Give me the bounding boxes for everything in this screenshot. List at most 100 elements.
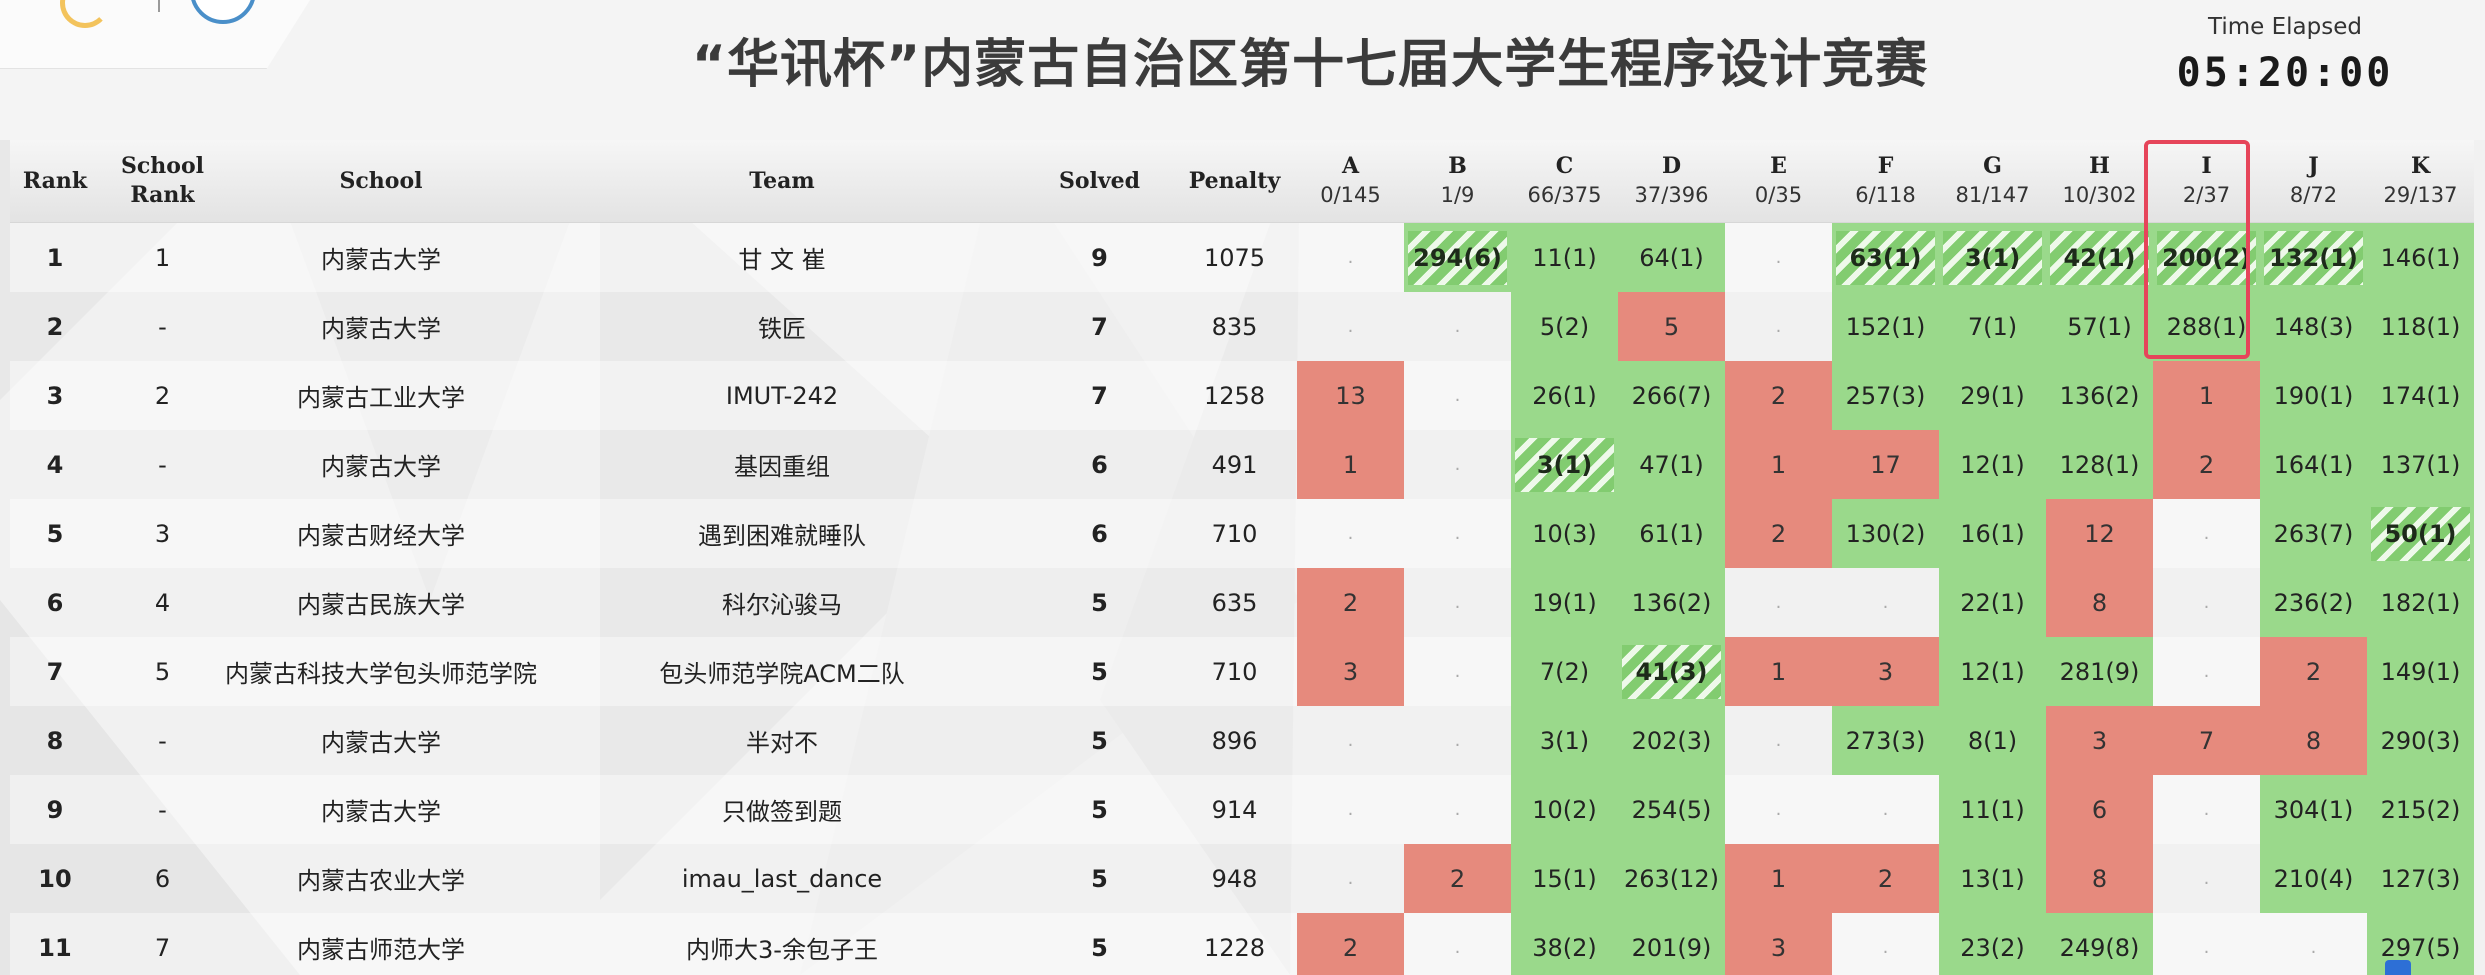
team-row[interactable]: 1 1 内蒙古大学甘 文 崔 9 1075. 294(6) 11(1) 64(1). 63(1)… — [10, 222, 2474, 292]
problem-k-cell[interactable]: 182(1) — [2367, 568, 2474, 637]
problem-a-cell[interactable]: 3 — [1297, 637, 1404, 706]
problem-c-cell[interactable]: 15(1) — [1511, 844, 1618, 913]
problem-j-cell[interactable]: 164(1) — [2260, 430, 2367, 499]
team-row[interactable]: 9- 内蒙古大学 只做签到题 5 914.. 10(2) 254(5).. 11(1) 6. 30… — [10, 775, 2474, 844]
problem-d-cell[interactable]: 61(1) — [1618, 499, 1725, 568]
problem-e-cell[interactable]: 1 — [1725, 430, 1832, 499]
problem-h-cell[interactable]: 8 — [2046, 844, 2153, 913]
problem-d-cell[interactable]: 64(1) — [1618, 222, 1725, 292]
problem-c-cell[interactable]: 38(2) — [1511, 913, 1618, 975]
problem-g-cell[interactable]: 3(1) — [1939, 222, 2046, 292]
problem-f-cell[interactable]: . — [1832, 775, 1939, 844]
problem-d-cell[interactable]: 47(1) — [1618, 430, 1725, 499]
problem-f-cell[interactable]: 257(3) — [1832, 361, 1939, 430]
problem-k-cell[interactable]: 50(1) — [2367, 499, 2474, 568]
problem-g-cell[interactable]: 8(1) — [1939, 706, 2046, 775]
problem-i-cell[interactable]: . — [2153, 637, 2260, 706]
problem-e-cell[interactable]: 2 — [1725, 361, 1832, 430]
problem-i-cell[interactable]: . — [2153, 913, 2260, 975]
team-row[interactable]: 8- 内蒙古大学 半对不 5 896.. 3(1) 202(3). 273(3) 8(1) 3 7 8… — [10, 706, 2474, 775]
problem-j-cell[interactable]: 304(1) — [2260, 775, 2367, 844]
col-problem-c[interactable]: C 66/375 — [1511, 140, 1618, 223]
problem-i-cell[interactable]: 2 — [2153, 430, 2260, 499]
problem-f-cell[interactable]: 273(3) — [1832, 706, 1939, 775]
col-penalty[interactable]: Penalty — [1172, 140, 1297, 223]
problem-d-cell[interactable]: 266(7) — [1618, 361, 1725, 430]
problem-f-cell[interactable]: 17 — [1832, 430, 1939, 499]
problem-f-cell[interactable]: 3 — [1832, 637, 1939, 706]
problem-g-cell[interactable]: 11(1) — [1939, 775, 2046, 844]
problem-b-cell[interactable]: 2 — [1404, 844, 1511, 913]
problem-b-cell[interactable]: . — [1404, 568, 1511, 637]
problem-j-cell[interactable]: 2 — [2260, 637, 2367, 706]
problem-g-cell[interactable]: 12(1) — [1939, 430, 2046, 499]
problem-f-cell[interactable]: . — [1832, 568, 1939, 637]
problem-i-cell[interactable]: 288(1) — [2153, 292, 2260, 361]
problem-c-cell[interactable]: 26(1) — [1511, 361, 1618, 430]
problem-b-cell[interactable]: . — [1404, 499, 1511, 568]
problem-d-cell[interactable]: 202(3) — [1618, 706, 1725, 775]
problem-c-cell[interactable]: 7(2) — [1511, 637, 1618, 706]
problem-i-cell[interactable]: . — [2153, 499, 2260, 568]
problem-b-cell[interactable]: . — [1404, 706, 1511, 775]
problem-b-cell[interactable]: . — [1404, 775, 1511, 844]
problem-a-cell[interactable]: 2 — [1297, 913, 1404, 975]
problem-c-cell[interactable]: 10(3) — [1511, 499, 1618, 568]
problem-e-cell[interactable]: . — [1725, 775, 1832, 844]
problem-c-cell[interactable]: 11(1) — [1511, 222, 1618, 292]
problem-a-cell[interactable]: . — [1297, 499, 1404, 568]
problem-h-cell[interactable]: 281(9) — [2046, 637, 2153, 706]
problem-g-cell[interactable]: 22(1) — [1939, 568, 2046, 637]
problem-a-cell[interactable]: . — [1297, 292, 1404, 361]
col-school[interactable]: School — [225, 140, 537, 223]
col-school-rank[interactable]: School Rank — [100, 140, 225, 223]
col-problem-e[interactable]: E 0/35 — [1725, 140, 1832, 223]
col-problem-f[interactable]: F 6/118 — [1832, 140, 1939, 223]
problem-b-cell[interactable]: . — [1404, 430, 1511, 499]
problem-k-cell[interactable]: 118(1) — [2367, 292, 2474, 361]
problem-h-cell[interactable]: 57(1) — [2046, 292, 2153, 361]
problem-e-cell[interactable]: 2 — [1725, 499, 1832, 568]
problem-b-cell[interactable]: . — [1404, 913, 1511, 975]
col-solved[interactable]: Solved — [1027, 140, 1172, 223]
problem-a-cell[interactable]: . — [1297, 844, 1404, 913]
problem-h-cell[interactable]: 12 — [2046, 499, 2153, 568]
problem-h-cell[interactable]: 42(1) — [2046, 222, 2153, 292]
problem-d-cell[interactable]: 41(3) — [1618, 637, 1725, 706]
problem-k-cell[interactable]: 137(1) — [2367, 430, 2474, 499]
problem-i-cell[interactable]: 200(2) — [2153, 222, 2260, 292]
problem-b-cell[interactable]: . — [1404, 637, 1511, 706]
problem-e-cell[interactable]: . — [1725, 292, 1832, 361]
problem-e-cell[interactable]: 1 — [1725, 844, 1832, 913]
team-row[interactable]: 10 6 内蒙古农业大学 imau_last_dance 5 948. 2 15(1) 263(… — [10, 844, 2474, 913]
problem-k-cell[interactable]: 297(5) — [2367, 913, 2474, 975]
problem-e-cell[interactable]: . — [1725, 568, 1832, 637]
problem-k-cell[interactable]: 149(1) — [2367, 637, 2474, 706]
col-problem-j[interactable]: J 8/72 — [2260, 140, 2367, 223]
problem-j-cell[interactable]: 236(2) — [2260, 568, 2367, 637]
problem-f-cell[interactable]: . — [1832, 913, 1939, 975]
team-row[interactable]: 6 4 内蒙古民族大学 科尔沁骏马 5 635 2. 19(1) 136(2).. 22(1) 8.… — [10, 568, 2474, 637]
problem-g-cell[interactable]: 23(2) — [1939, 913, 2046, 975]
problem-a-cell[interactable]: 1 — [1297, 430, 1404, 499]
problem-d-cell[interactable]: 136(2) — [1618, 568, 1725, 637]
problem-j-cell[interactable]: . — [2260, 913, 2367, 975]
problem-g-cell[interactable]: 29(1) — [1939, 361, 2046, 430]
problem-b-cell[interactable]: . — [1404, 361, 1511, 430]
problem-h-cell[interactable]: 6 — [2046, 775, 2153, 844]
problem-d-cell[interactable]: 5 — [1618, 292, 1725, 361]
col-problem-k[interactable]: K 29/137 — [2367, 140, 2474, 223]
col-problem-a[interactable]: A 0/145 — [1297, 140, 1404, 223]
problem-d-cell[interactable]: 263(12) — [1618, 844, 1725, 913]
problem-i-cell[interactable]: . — [2153, 775, 2260, 844]
problem-c-cell[interactable]: 19(1) — [1511, 568, 1618, 637]
problem-h-cell[interactable]: 8 — [2046, 568, 2153, 637]
problem-a-cell[interactable]: . — [1297, 775, 1404, 844]
problem-b-cell[interactable]: 294(6) — [1404, 222, 1511, 292]
problem-h-cell[interactable]: 249(8) — [2046, 913, 2153, 975]
problem-j-cell[interactable]: 190(1) — [2260, 361, 2367, 430]
problem-a-cell[interactable]: . — [1297, 706, 1404, 775]
problem-e-cell[interactable]: . — [1725, 706, 1832, 775]
problem-k-cell[interactable]: 290(3) — [2367, 706, 2474, 775]
problem-j-cell[interactable]: 132(1) — [2260, 222, 2367, 292]
